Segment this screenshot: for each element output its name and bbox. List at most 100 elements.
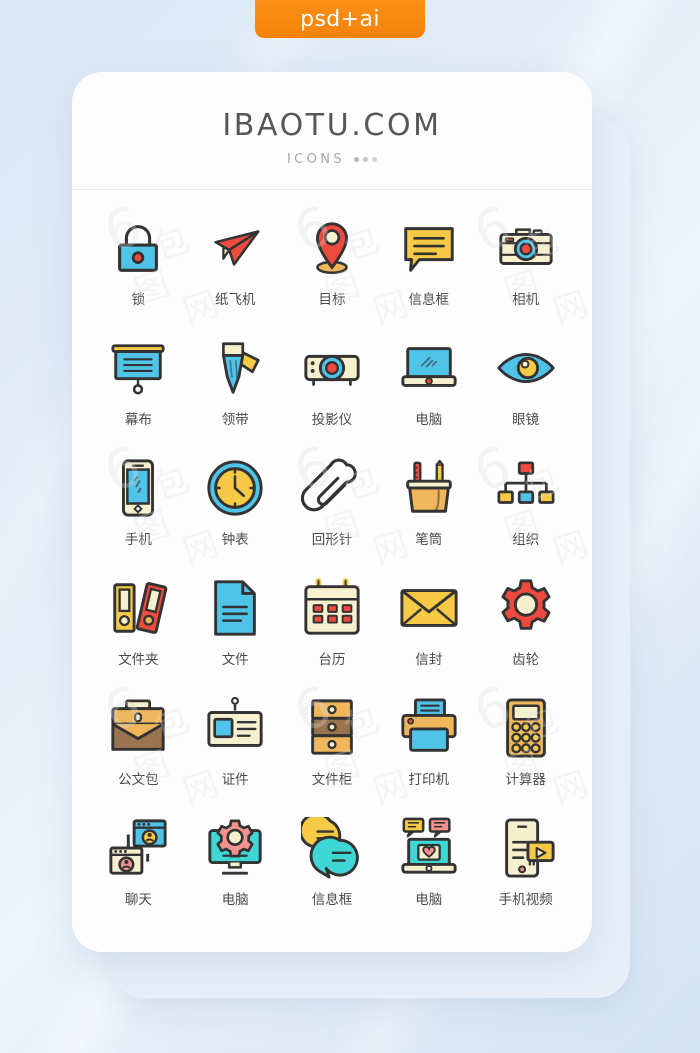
- icon-cell-desk-calendar[interactable]: 台历: [284, 572, 381, 692]
- icon-cell-necktie[interactable]: 领带: [187, 332, 284, 452]
- org-chart-icon: [485, 452, 567, 524]
- icon-caption: 手机视频: [498, 892, 553, 908]
- icon-set-card: IBAOTU.COM ICONS 锁 纸飞机 目标 信息框 相机 幕布 领带: [72, 72, 592, 952]
- psd-ai-badge: psd+ai: [255, 0, 425, 38]
- icon-caption: 电脑: [221, 892, 249, 908]
- icon-caption: 计算器: [505, 768, 546, 788]
- icon-caption: 相机: [512, 288, 539, 308]
- icon-cell-gear[interactable]: 齿轮: [477, 572, 574, 692]
- desktop-gear-icon: [194, 812, 276, 884]
- laptop-heart-icon: [388, 812, 470, 884]
- icon-cell-chat-windows[interactable]: 聊天: [90, 812, 187, 932]
- header-divider: [72, 189, 592, 190]
- pen-holder-icon: [388, 452, 470, 524]
- subtitle-text: ICONS: [286, 152, 346, 167]
- gear-icon: [485, 572, 567, 644]
- phone-video-icon: [485, 812, 567, 884]
- icon-cell-laptop-heart[interactable]: 电脑: [380, 812, 477, 932]
- icon-cell-location-pin[interactable]: 目标: [284, 212, 381, 332]
- document-icon: [194, 572, 276, 644]
- psd-ai-badge-label: psd+ai: [300, 6, 380, 32]
- icon-cell-eye[interactable]: 眼镜: [477, 332, 574, 452]
- icon-cell-mobile-phone[interactable]: 手机: [90, 452, 187, 572]
- binders-icon: [97, 572, 179, 644]
- paper-clip-icon: [291, 452, 373, 524]
- icon-caption: 幕布: [124, 412, 152, 428]
- icon-cell-camera[interactable]: 相机: [477, 212, 574, 332]
- chat-windows-icon: [97, 812, 179, 884]
- speech-bubbles-icon: [291, 812, 373, 884]
- icon-caption: 信息框: [311, 892, 353, 908]
- icon-cell-paper-plane[interactable]: 纸飞机: [187, 212, 284, 332]
- icon-cell-speech-bubbles[interactable]: 信息框: [284, 812, 381, 932]
- icon-caption: 文件: [221, 652, 249, 668]
- briefcase-icon: [97, 692, 179, 764]
- icon-caption: 聊天: [124, 892, 152, 908]
- calculator-icon: [485, 692, 567, 764]
- icon-cell-paper-clip[interactable]: 回形针: [284, 452, 381, 572]
- icon-cell-id-card[interactable]: 证件: [187, 692, 284, 812]
- card-header: IBAOTU.COM ICONS: [72, 72, 592, 167]
- icon-cell-briefcase[interactable]: 公文包: [90, 692, 187, 812]
- icon-cell-message-box[interactable]: 信息框: [380, 212, 477, 332]
- message-box-icon: [388, 212, 470, 284]
- icon-caption: 目标: [318, 288, 345, 308]
- paper-plane-icon: [194, 212, 276, 284]
- icon-caption: 电脑: [415, 892, 443, 908]
- icon-cell-calculator[interactable]: 计算器: [477, 692, 574, 812]
- subtitle-row: ICONS: [72, 152, 592, 167]
- icon-caption: 组织: [512, 528, 539, 548]
- icon-cell-file-cabinet[interactable]: 文件柜: [284, 692, 381, 812]
- dots-decoration: [354, 157, 378, 162]
- icon-cell-envelope[interactable]: 信封: [380, 572, 477, 692]
- camera-icon: [485, 212, 567, 284]
- mobile-phone-icon: [97, 452, 179, 524]
- icon-cell-clock[interactable]: 钟表: [187, 452, 284, 572]
- icon-grid: 锁 纸飞机 目标 信息框 相机 幕布 领带 投影仪 电脑: [72, 212, 592, 932]
- necktie-icon: [194, 332, 276, 404]
- icon-caption: 领带: [221, 412, 249, 428]
- brand-title: IBAOTU.COM: [222, 108, 442, 143]
- icon-cell-projector[interactable]: 投影仪: [284, 332, 381, 452]
- icon-caption: 锁: [132, 288, 146, 308]
- icon-caption: 文件夹: [118, 652, 159, 668]
- file-cabinet-icon: [291, 692, 373, 764]
- lock-icon: [97, 212, 179, 284]
- icon-caption: 投影仪: [311, 412, 353, 428]
- icon-cell-laptop[interactable]: 电脑: [380, 332, 477, 452]
- icon-caption: 眼镜: [512, 412, 540, 428]
- icon-caption: 笔筒: [415, 532, 443, 548]
- icon-cell-printer[interactable]: 打印机: [380, 692, 477, 812]
- icon-caption: 电脑: [415, 412, 443, 428]
- projector-icon: [291, 332, 373, 404]
- icon-cell-desktop-gear[interactable]: 电脑: [187, 812, 284, 932]
- icon-caption: 回形针: [312, 528, 353, 548]
- icon-caption: 齿轮: [512, 652, 540, 668]
- icon-caption: 钟表: [221, 532, 249, 548]
- icon-caption: 公文包: [118, 768, 159, 788]
- eye-icon: [485, 332, 567, 404]
- printer-icon: [388, 692, 470, 764]
- icon-cell-document[interactable]: 文件: [187, 572, 284, 692]
- icon-caption: 纸飞机: [214, 292, 256, 308]
- projector-screen-icon: [97, 332, 179, 404]
- desk-calendar-icon: [291, 572, 373, 644]
- icon-cell-lock[interactable]: 锁: [90, 212, 187, 332]
- laptop-icon: [388, 332, 470, 404]
- icon-caption: 文件柜: [312, 768, 353, 788]
- id-card-icon: [194, 692, 276, 764]
- icon-cell-projector-screen[interactable]: 幕布: [90, 332, 187, 452]
- clock-icon: [194, 452, 276, 524]
- icon-cell-org-chart[interactable]: 组织: [477, 452, 574, 572]
- icon-cell-phone-video[interactable]: 手机视频: [477, 812, 574, 932]
- icon-caption: 手机: [125, 528, 152, 548]
- icon-caption: 台历: [318, 652, 346, 668]
- envelope-icon: [388, 572, 470, 644]
- icon-cell-binders[interactable]: 文件夹: [90, 572, 187, 692]
- location-pin-icon: [291, 212, 373, 284]
- icon-caption: 信封: [415, 652, 443, 668]
- icon-caption: 信息框: [408, 292, 450, 308]
- icon-caption: 证件: [221, 772, 249, 788]
- icon-caption: 打印机: [408, 772, 450, 788]
- icon-cell-pen-holder[interactable]: 笔筒: [380, 452, 477, 572]
